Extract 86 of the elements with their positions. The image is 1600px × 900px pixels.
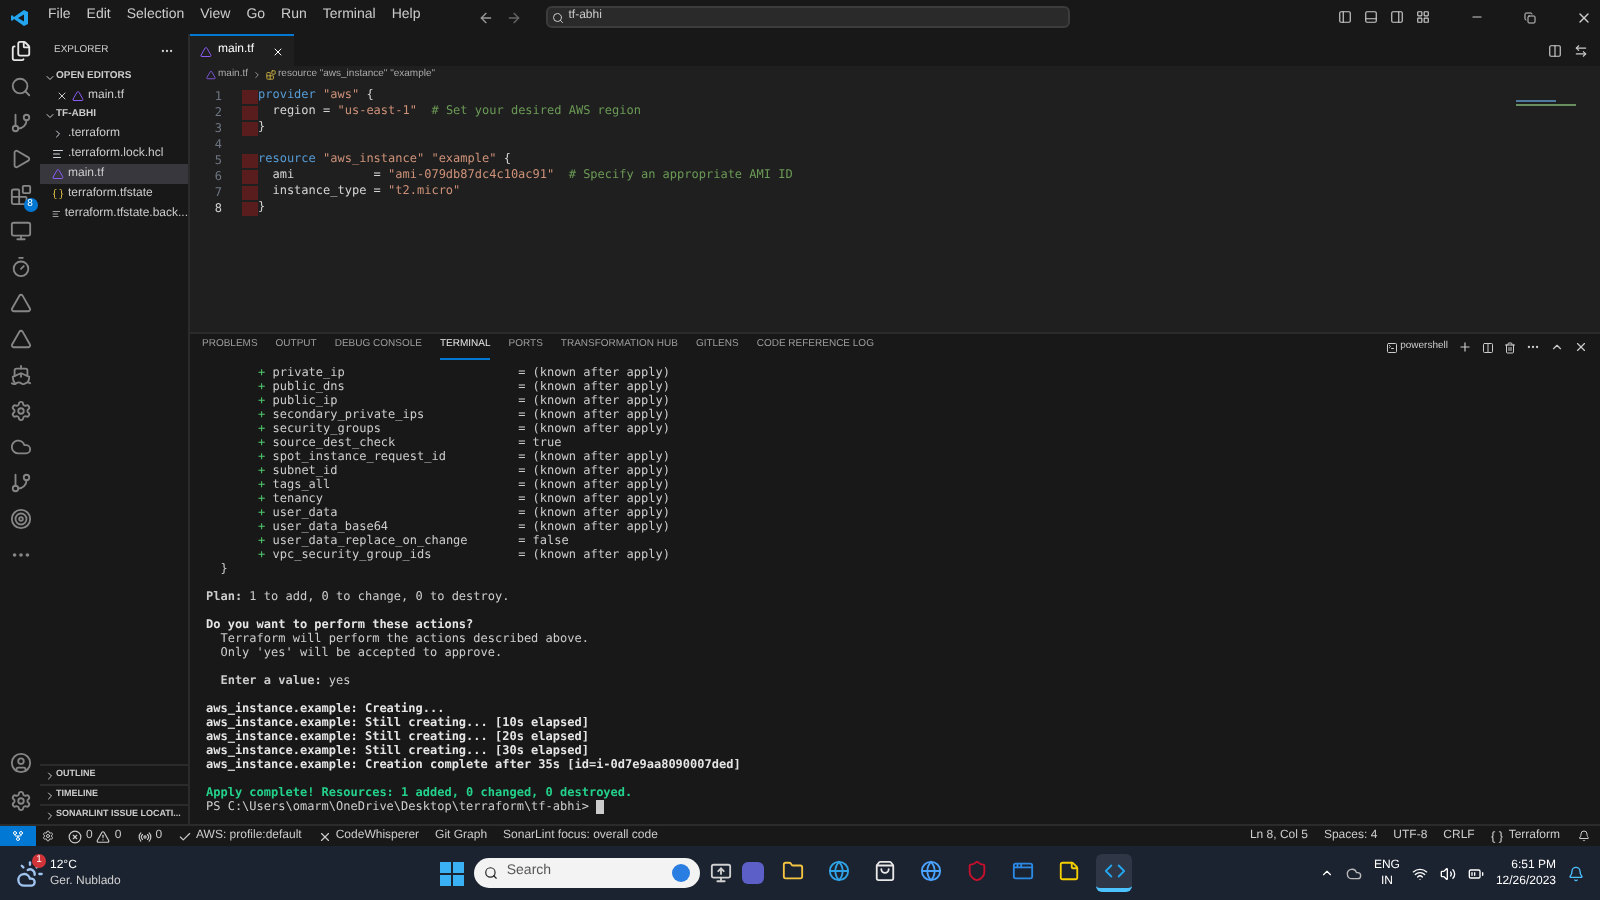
- tray-overflow-icon[interactable]: [1319, 866, 1334, 880]
- breadcrumb-separator-icon: [252, 70, 263, 80]
- toggle-sidebar-icon[interactable]: [1338, 10, 1352, 24]
- terminal-icon: [1386, 341, 1399, 353]
- remote-icon: [12, 830, 24, 842]
- check-icon: [178, 829, 193, 843]
- notifications-icon[interactable]: [1568, 865, 1584, 881]
- lines-icon: [52, 148, 64, 160]
- triangle-icon[interactable]: [9, 328, 31, 350]
- triangle-icon: [52, 168, 64, 180]
- close-icon[interactable]: [56, 90, 68, 102]
- play-icon[interactable]: [9, 148, 31, 170]
- cross-icon: [317, 829, 332, 843]
- warning-icon: [96, 829, 111, 843]
- code-editor-icon: [1103, 860, 1126, 882]
- back-icon[interactable]: [478, 9, 495, 25]
- blocks-icon[interactable]: [9, 184, 31, 206]
- close-icon[interactable]: [1576, 9, 1592, 25]
- error-icon: [68, 829, 82, 843]
- chevron-right-icon[interactable]: [44, 809, 56, 821]
- blocks-icon: [266, 70, 277, 80]
- chat-assistant-icon[interactable]: [672, 864, 691, 882]
- taskbar-app[interactable]: [1096, 854, 1133, 892]
- app-logo-icon: [10, 7, 30, 27]
- start-icon[interactable]: [440, 861, 465, 885]
- chevron-right-icon[interactable]: [44, 769, 56, 781]
- trash-icon[interactable]: [1504, 341, 1516, 353]
- chevron-right-icon[interactable]: [44, 789, 56, 801]
- forward-icon[interactable]: [506, 9, 523, 25]
- minimize-icon[interactable]: [1470, 10, 1484, 24]
- search-icon: [484, 866, 499, 880]
- minimap: [1516, 100, 1576, 112]
- window-icon: [1011, 860, 1034, 882]
- branch-icon[interactable]: [9, 472, 31, 494]
- folder-icon: [781, 860, 804, 882]
- toggle-panel-icon[interactable]: [1364, 10, 1378, 24]
- compare-icon[interactable]: [1574, 43, 1588, 57]
- settings-icon[interactable]: [9, 400, 31, 422]
- search-icon: [552, 11, 565, 23]
- settings-icon[interactable]: [42, 830, 54, 842]
- note-icon: [1057, 860, 1080, 882]
- wifi-icon[interactable]: [1411, 865, 1428, 881]
- notifications-icon[interactable]: [1578, 830, 1590, 842]
- chevron-down-icon[interactable]: [44, 71, 56, 83]
- triangle-icon: [200, 45, 212, 57]
- branch-icon[interactable]: [9, 112, 31, 134]
- cloud-icon[interactable]: [1345, 865, 1362, 881]
- monitor-icon[interactable]: [9, 220, 31, 242]
- browser-icon: [827, 860, 850, 882]
- split-editor-icon[interactable]: [1548, 43, 1562, 57]
- lines-icon: [52, 208, 61, 220]
- battery-icon[interactable]: [1467, 865, 1484, 881]
- more-icon[interactable]: [1526, 340, 1540, 354]
- broadcast-icon: [137, 829, 152, 843]
- shield-icon: [965, 860, 988, 882]
- cloud-icon[interactable]: [9, 436, 31, 458]
- toggle-secondary-sidebar-icon[interactable]: [1390, 10, 1404, 24]
- triangle-icon: [72, 90, 84, 102]
- files-icon[interactable]: [9, 40, 31, 62]
- target-icon[interactable]: [9, 508, 31, 530]
- layout-icon[interactable]: [1416, 10, 1430, 24]
- maximize-panel-icon[interactable]: [1550, 340, 1564, 354]
- more-icon[interactable]: [160, 44, 174, 58]
- task-view-icon[interactable]: [710, 862, 733, 884]
- braces-icon: [52, 188, 64, 200]
- split-terminal-icon[interactable]: [1482, 341, 1494, 353]
- ship-icon[interactable]: [9, 364, 31, 386]
- restore-icon[interactable]: [1524, 11, 1536, 23]
- search-icon[interactable]: [9, 76, 31, 98]
- terminal-cursor: [596, 800, 605, 814]
- close-icon[interactable]: [1574, 340, 1588, 354]
- chevron-right-icon: [52, 128, 64, 140]
- weather-icon[interactable]: [16, 859, 44, 887]
- triangle-icon: [206, 70, 216, 80]
- chevron-down-icon[interactable]: [44, 109, 56, 121]
- timer-icon[interactable]: [9, 256, 31, 278]
- store-icon: [873, 860, 896, 882]
- braces-icon: [1490, 829, 1505, 843]
- triangle-icon[interactable]: [9, 292, 31, 314]
- chat-icon[interactable]: [742, 862, 765, 884]
- account-icon[interactable]: [9, 752, 31, 774]
- remote-indicator[interactable]: [0, 826, 36, 846]
- volume-icon[interactable]: [1439, 865, 1456, 881]
- globe-icon: [919, 860, 942, 882]
- new-terminal-icon[interactable]: [1458, 340, 1472, 354]
- settings-icon[interactable]: [9, 790, 31, 812]
